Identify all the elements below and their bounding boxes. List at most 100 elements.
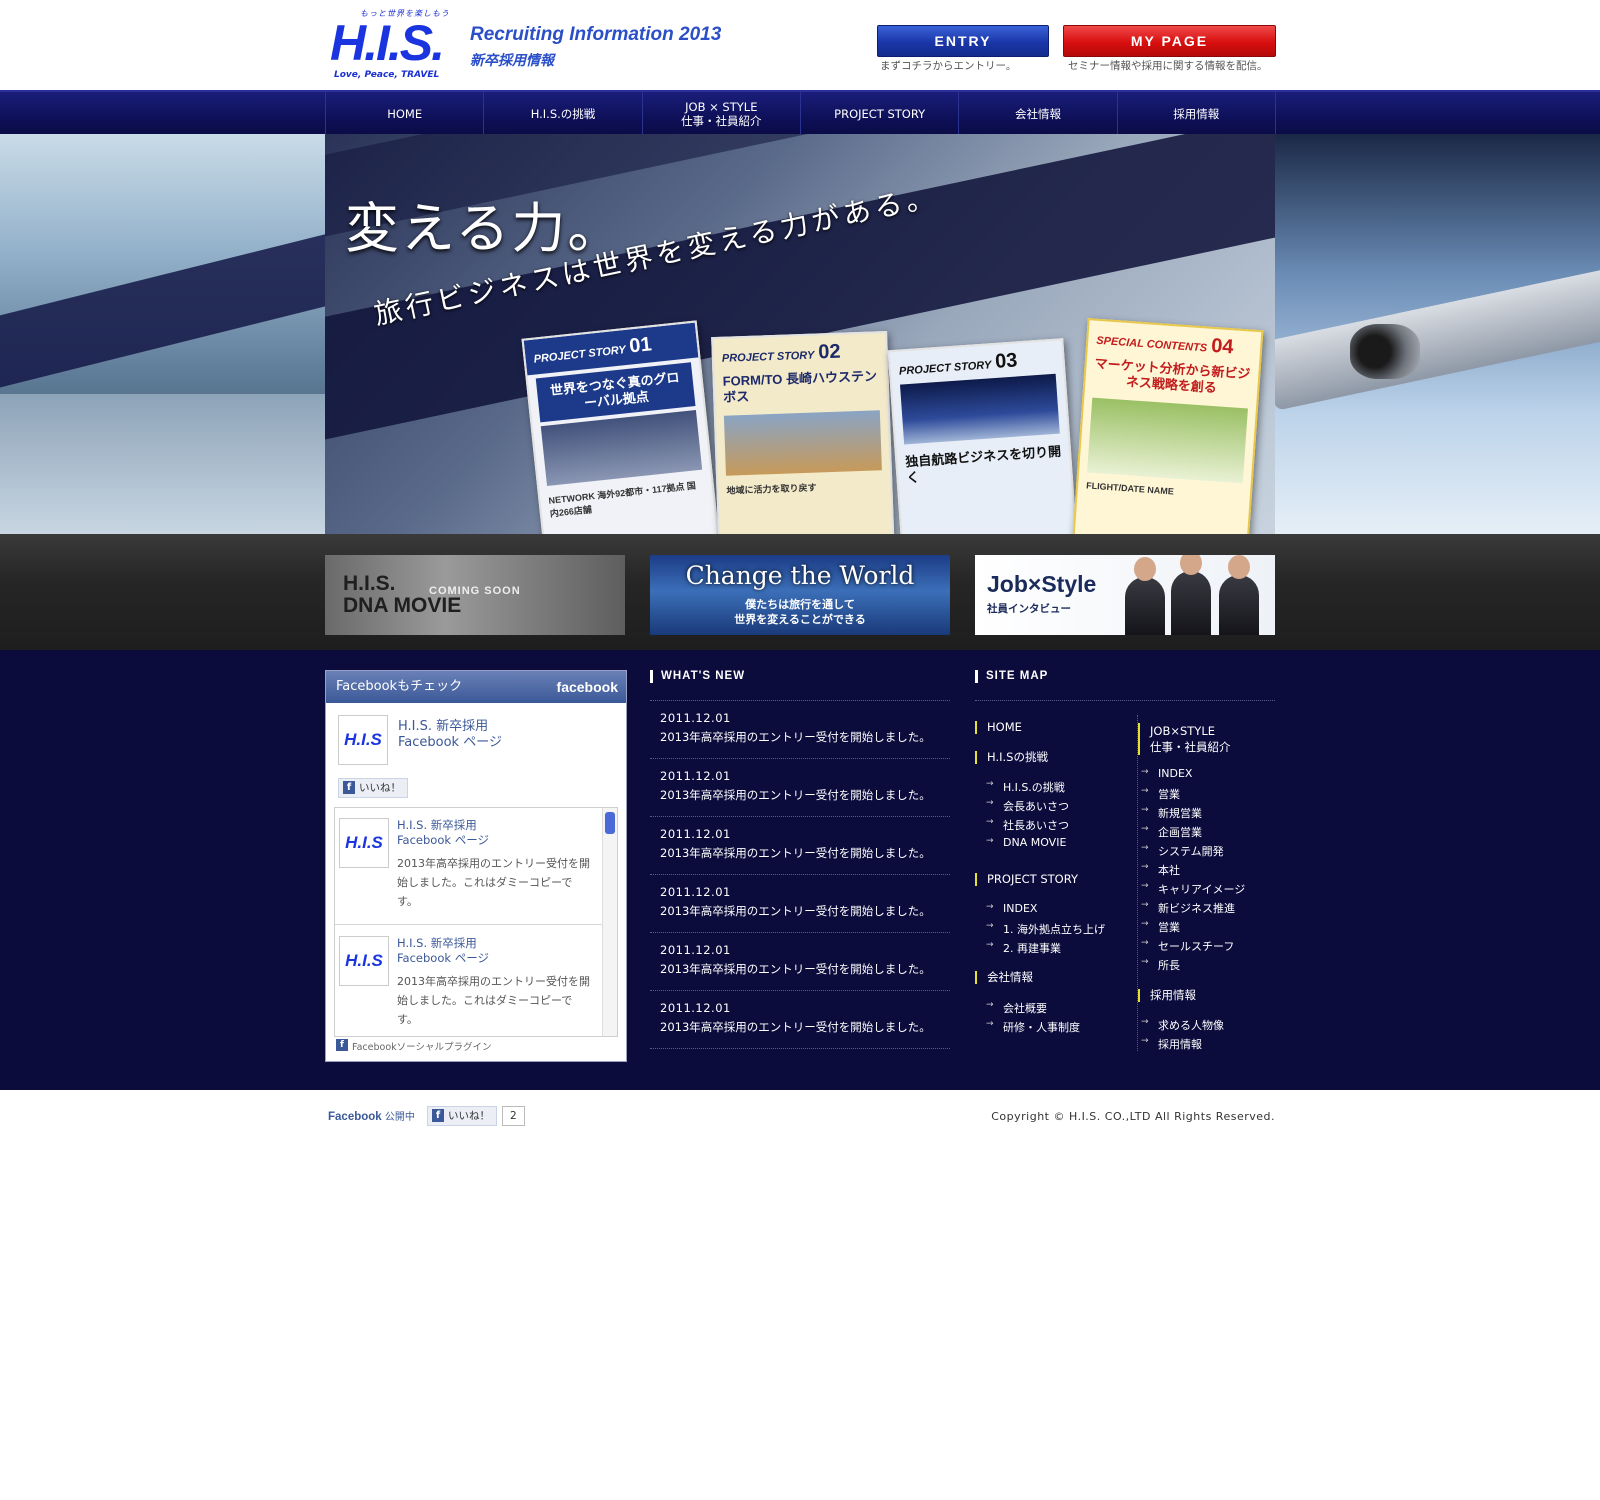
nav-item-home[interactable]: HOME [326, 92, 485, 136]
employee-photo [1125, 557, 1165, 635]
facebook-widget-title: Facebookもチェック [336, 679, 463, 694]
banner-title: Job×Style [987, 571, 1097, 597]
news-item[interactable]: 2011.12.01 2013年高卒採用のエントリー受付を開始しました。 [650, 990, 950, 1048]
sitemap-link[interactable]: 会社概要 [986, 1000, 1047, 1016]
facebook-stream[interactable]: H.I.S H.I.S. 新卒採用 Facebook ページ 2013年高卒採用… [334, 807, 618, 1037]
sitemap-link[interactable]: 研修・人事制度 [986, 1019, 1080, 1035]
post-message: 2013年高卒採用のエントリー受付を開始しました。これはダミーコピーです。 [397, 975, 590, 1026]
sitemap-link[interactable]: 営業 [1141, 919, 1180, 935]
entry-button[interactable]: ENTRY [877, 25, 1049, 57]
sitemap-head-project[interactable]: PROJECT STORY [975, 873, 1078, 886]
site-title: Recruiting Information 2013 [470, 24, 722, 45]
sitemap-link[interactable]: 所長 [1141, 957, 1180, 973]
card-kicker: PROJECT STORY [721, 349, 815, 365]
main-content: Facebookもチェック facebook H.I.S H.I.S. 新卒採用… [0, 650, 1600, 1090]
special-contents-card-04[interactable]: SPECIAL CONTENTS 04 マーケット分析から新ビジネス戦略を創る F… [1072, 318, 1264, 534]
sitemap-link[interactable]: 営業 [1141, 786, 1180, 802]
facebook-like-button[interactable]: いいね！ [338, 778, 408, 798]
nav-item-company[interactable]: 会社情報 [959, 92, 1118, 136]
banner-text: 僕たちは旅行を通して 世界を変えることができる [734, 598, 866, 626]
facebook-post: H.I.S H.I.S. 新卒採用 Facebook ページ 2013年高卒採用… [335, 808, 605, 925]
sitemap-link[interactable]: 会長あいさつ [986, 798, 1069, 814]
sitemap-link[interactable]: キャリアイメージ [1141, 881, 1245, 897]
post-message: 2013年高卒採用のエントリー受付を開始しました。これはダミーコピーです。 [397, 857, 590, 908]
post-author[interactable]: H.I.S. 新卒採用 Facebook ページ [397, 818, 489, 848]
news-date: 2011.12.01 [660, 827, 731, 841]
card-headline: FORM/TO 長崎ハウステンボス [722, 368, 878, 405]
hero-main-image: 変える力。 旅行ビジネスは世界を変える力がある。 PROJECT STORY01… [325, 134, 1275, 534]
sitemap-link[interactable]: 社長あいさつ [986, 817, 1069, 833]
project-story-card-02[interactable]: PROJECT STORY 02 FORM/TO 長崎ハウステンボス 地域に活力を… [711, 330, 895, 534]
facebook-page-name[interactable]: H.I.S. 新卒採用 Facebook ページ [398, 719, 502, 751]
news-item[interactable]: 2011.12.01 2013年高卒採用のエントリー受付を開始しました。 [650, 874, 950, 932]
sitemap-head-recruit[interactable]: 採用情報 [1138, 989, 1196, 1002]
logo-mark: H.I.S. [330, 15, 445, 71]
sitemap-link[interactable]: 本社 [1141, 862, 1180, 878]
sitemap-link[interactable]: 1. 海外拠点立ち上げ [986, 921, 1105, 937]
sitemap-link[interactable]: INDEX [986, 902, 1038, 915]
sitemap-link[interactable]: 新ビジネス推進 [1141, 900, 1235, 916]
card-photo [723, 410, 882, 476]
post-avatar[interactable]: H.I.S [339, 936, 389, 986]
post-avatar[interactable]: H.I.S [339, 818, 389, 868]
sitemap-link[interactable]: DNA MOVIE [986, 836, 1067, 849]
nav-item-challenge[interactable]: H.I.S.の挑戦 [484, 92, 643, 136]
sitemap-title: SITE MAP [975, 670, 1048, 683]
dna-movie-banner[interactable]: H.I.S. DNA MOVIE COMING SOON [325, 555, 625, 635]
sitemap-link[interactable]: 企画営業 [1141, 824, 1202, 840]
news-text: 2013年高卒採用のエントリー受付を開始しました。 [660, 904, 931, 918]
nav-item-job-style[interactable]: JOB × STYLE 仕事・社員紹介 [643, 92, 801, 136]
job-style-banner[interactable]: Job×Style 社員インタビュー [975, 555, 1275, 635]
mypage-button[interactable]: MY PAGE [1063, 25, 1276, 57]
news-item[interactable]: 2011.12.01 2013年高卒採用のエントリー受付を開始しました。 [650, 700, 950, 758]
post-author[interactable]: H.I.S. 新卒採用 Facebook ページ [397, 936, 489, 966]
card-kicker: PROJECT STORY [898, 359, 992, 378]
footer-like-button[interactable]: いいね！ [427, 1106, 497, 1126]
sitemap-head-company[interactable]: 会社情報 [975, 971, 1033, 984]
facebook-plugin-note[interactable]: Facebookソーシャルプラグイン [336, 1039, 491, 1053]
facebook-widget-header: Facebookもチェック facebook [326, 671, 626, 703]
sitemap-head-challenge[interactable]: H.I.Sの挑戦 [975, 751, 1048, 764]
news-text: 2013年高卒採用のエントリー受付を開始しました。 [660, 962, 931, 976]
banner-title: Change the World [685, 561, 915, 590]
sitemap-link[interactable]: セールスチーフ [1141, 938, 1234, 954]
sitemap-link[interactable]: 2. 再建事業 [986, 940, 1061, 956]
sitemap-column-2: JOB×STYLE 仕事・社員紹介 INDEX 営業 新規営業 企画営業 システ… [1137, 715, 1275, 1051]
card-number: 01 [628, 333, 653, 358]
facebook-label: Facebook [328, 1111, 382, 1123]
banner-strip: H.I.S. DNA MOVIE COMING SOON Change the … [0, 534, 1600, 650]
page-avatar[interactable]: H.I.S [338, 715, 388, 765]
stream-scrollbar[interactable] [602, 808, 617, 1036]
sitemap-link[interactable]: 採用情報 [1141, 1036, 1202, 1052]
card-number: 04 [1210, 334, 1235, 359]
sitemap-link[interactable]: H.I.S.の挑戦 [986, 779, 1065, 795]
his-logo[interactable]: もっと世界を楽しもう H.I.S. Love, Peace, TRAVEL [330, 8, 460, 83]
project-story-card-01[interactable]: PROJECT STORY01 世界をつなぐ真のグローバル拠点 NETWORK … [521, 320, 721, 534]
sitemap-link[interactable]: INDEX [1141, 767, 1193, 780]
news-item[interactable]: 2011.12.01 2013年高卒採用のエントリー受付を開始しました。 [650, 758, 950, 816]
airplane-wing-image [1261, 134, 1600, 534]
news-item[interactable]: 2011.12.01 2013年高卒採用のエントリー受付を開始しました。 [650, 932, 950, 990]
sitemap-link[interactable]: 求める人物像 [1141, 1017, 1224, 1033]
nav-item-project-story[interactable]: PROJECT STORY [801, 92, 960, 136]
sitemap-head-job[interactable]: JOB×STYLE 仕事・社員紹介 [1138, 723, 1231, 755]
sitemap-link[interactable]: システム開発 [1141, 843, 1224, 859]
sitemap-link[interactable]: 新規営業 [1141, 805, 1202, 821]
news-item[interactable]: 2011.12.01 2013年高卒採用のエントリー受付を開始しました。 [650, 816, 950, 874]
nav-item-recruit[interactable]: 採用情報 [1118, 92, 1276, 136]
entry-note: まずコチラからエントリー。 [880, 60, 1017, 72]
change-the-world-banner[interactable]: Change the World 僕たちは旅行を通して 世界を変えることができる [650, 555, 950, 635]
site-subtitle: 新卒採用情報 [470, 53, 554, 69]
whats-new-title: WHAT'S NEW [650, 670, 745, 683]
project-story-card-03[interactable]: PROJECT STORY 03 独自航路ビジネスを切り開く [887, 338, 1079, 534]
airport-terminal-image [0, 134, 383, 534]
news-date: 2011.12.01 [660, 943, 731, 957]
mypage-note: セミナー情報や採用に関する情報を配信。 [1068, 60, 1268, 72]
facebook-logo: facebook [556, 679, 618, 695]
facebook-status: 公開中 [384, 1112, 415, 1123]
facebook-public-label[interactable]: Facebook 公開中 [328, 1108, 415, 1123]
sitemap-home[interactable]: HOME [975, 721, 1022, 734]
card-photo [540, 409, 703, 486]
facebook-post: H.I.S H.I.S. 新卒採用 Facebook ページ 2013年高卒採用… [335, 926, 605, 1036]
news-date: 2011.12.01 [660, 769, 731, 783]
